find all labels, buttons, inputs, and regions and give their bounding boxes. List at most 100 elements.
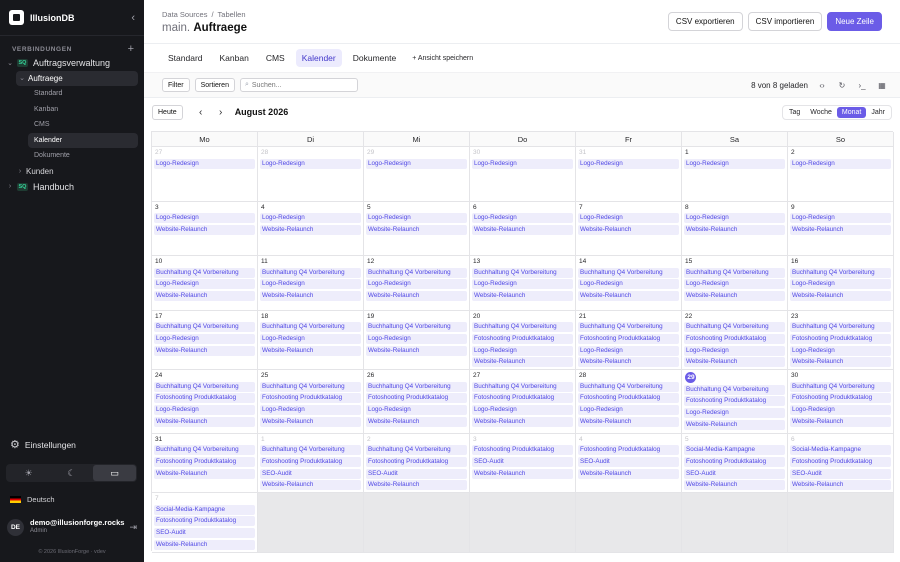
day-cell[interactable]: 12 Buchhaltung Q4 Vorbereitung Logo-Redesi… xyxy=(364,256,470,311)
breadcrumb-data-sources[interactable]: Data Sources xyxy=(162,10,207,19)
day-cell[interactable]: 7 Logo-Redesign Website-Relaunch xyxy=(576,201,682,256)
calendar-event[interactable]: Logo-Redesign xyxy=(684,213,785,224)
calendar-event[interactable]: Fotoshooting Produktkatalog xyxy=(578,393,679,404)
calendar-event[interactable]: Buchhaltung Q4 Vorbereitung xyxy=(154,322,255,333)
calendar-event[interactable]: Fotoshooting Produktkatalog xyxy=(154,393,255,404)
calendar-event[interactable]: Website-Relaunch xyxy=(684,291,785,302)
day-cell[interactable]: 1 Logo-Redesign xyxy=(682,147,788,202)
calendar-event[interactable]: Social-Media-Kampagne xyxy=(790,445,891,456)
calendar-event[interactable]: Buchhaltung Q4 Vorbereitung xyxy=(260,381,361,392)
calendar-event[interactable]: Buchhaltung Q4 Vorbereitung xyxy=(790,322,891,333)
next-month-icon[interactable]: › xyxy=(211,107,231,118)
tab-dokumente[interactable]: Dokumente xyxy=(347,49,402,67)
day-cell[interactable]: 23 Buchhaltung Q4 Vorbereitung Fotoshootin… xyxy=(788,310,894,370)
terminal-icon[interactable]: ›_ xyxy=(852,81,872,90)
day-cell[interactable]: 27 Logo-Redesign xyxy=(152,147,258,202)
day-cell[interactable]: 27 Buchhaltung Q4 Vorbereitung Fotoshootin… xyxy=(470,370,576,434)
day-cell[interactable]: 13 Buchhaltung Q4 Vorbereitung Logo-Redesi… xyxy=(470,256,576,311)
calendar-event[interactable]: Buchhaltung Q4 Vorbereitung xyxy=(472,322,573,333)
calendar-event[interactable]: Website-Relaunch xyxy=(684,357,785,368)
calendar-event[interactable]: Website-Relaunch xyxy=(366,291,467,302)
day-cell[interactable]: 4 Fotoshooting Produktkatalog SEO-Audit Web… xyxy=(576,433,682,493)
day-cell[interactable]: 19 Buchhaltung Q4 Vorbereitung Logo-Redesi… xyxy=(364,310,470,370)
day-cell[interactable]: 3 Fotoshooting Produktkatalog SEO-Audit Web… xyxy=(470,433,576,493)
calendar-event[interactable]: Logo-Redesign xyxy=(472,158,573,169)
day-cell[interactable]: 15 Buchhaltung Q4 Vorbereitung Logo-Redesi… xyxy=(682,256,788,311)
day-cell[interactable]: 30 Buchhaltung Q4 Vorbereitung Fotoshootin… xyxy=(788,370,894,434)
prev-month-icon[interactable]: ‹ xyxy=(191,107,211,118)
calendar-event[interactable]: Website-Relaunch xyxy=(684,480,785,491)
calendar-event[interactable]: Website-Relaunch xyxy=(578,291,679,302)
calendar-event[interactable]: Fotoshooting Produktkatalog xyxy=(790,393,891,404)
new-row-button[interactable]: Neue Zeile xyxy=(827,12,882,31)
calendar-event[interactable]: Fotoshooting Produktkatalog xyxy=(472,393,573,404)
calendar-event[interactable]: Buchhaltung Q4 Vorbereitung xyxy=(684,267,785,278)
calendar-event[interactable]: Buchhaltung Q4 Vorbereitung xyxy=(366,322,467,333)
day-cell[interactable]: 8 Logo-Redesign Website-Relaunch xyxy=(682,201,788,256)
calendar-event[interactable]: Fotoshooting Produktkatalog xyxy=(684,396,785,407)
day-cell[interactable]: 9 Logo-Redesign Website-Relaunch xyxy=(788,201,894,256)
refresh-icon[interactable]: ↻ xyxy=(832,81,852,90)
calendar-event[interactable]: Logo-Redesign xyxy=(578,405,679,416)
calendar-event[interactable]: Logo-Redesign xyxy=(578,279,679,290)
day-cell[interactable]: 2 Buchhaltung Q4 Vorbereitung Fotoshooting… xyxy=(364,433,470,493)
calendar-event[interactable]: Logo-Redesign xyxy=(472,405,573,416)
calendar-event[interactable]: SEO-Audit xyxy=(472,456,573,467)
calendar-event[interactable]: Social-Media-Kampagne xyxy=(154,504,255,515)
code-icon[interactable]: ‹› xyxy=(812,81,832,90)
calendar-event[interactable]: Website-Relaunch xyxy=(366,416,467,427)
moon-icon[interactable]: ☾ xyxy=(50,465,93,481)
sidebar-item-auftraege[interactable]: ⌄ Auftraege xyxy=(16,70,138,86)
sun-icon[interactable]: ☀ xyxy=(7,465,50,481)
calendar-event[interactable]: Logo-Redesign xyxy=(366,158,467,169)
calendar-event[interactable]: Website-Relaunch xyxy=(366,480,467,491)
calendar-event[interactable]: Logo-Redesign xyxy=(260,333,361,344)
search-input[interactable] xyxy=(251,81,353,89)
calendar-event[interactable]: Website-Relaunch xyxy=(472,291,573,302)
calendar-event[interactable]: Website-Relaunch xyxy=(154,416,255,427)
calendar-event[interactable]: Buchhaltung Q4 Vorbereitung xyxy=(154,445,255,456)
calendar-event[interactable]: Fotoshooting Produktkatalog xyxy=(472,445,573,456)
calendar-event[interactable]: Buchhaltung Q4 Vorbereitung xyxy=(684,384,785,395)
sidebar-view-kalender[interactable]: Kalender xyxy=(28,132,138,148)
calendar-event[interactable]: Logo-Redesign xyxy=(472,213,573,224)
calendar-event[interactable]: Website-Relaunch xyxy=(260,416,361,427)
calendar-event[interactable]: Logo-Redesign xyxy=(260,279,361,290)
day-cell[interactable]: 3 Logo-Redesign Website-Relaunch xyxy=(152,201,258,256)
settings-link[interactable]: ⚙ Einstellungen xyxy=(10,438,76,451)
calendar-event[interactable]: Website-Relaunch xyxy=(154,224,255,235)
chevron-left-icon[interactable]: ‹ xyxy=(131,12,135,24)
calendar-event[interactable]: Website-Relaunch xyxy=(154,539,255,550)
calendar-event[interactable]: Buchhaltung Q4 Vorbereitung xyxy=(684,322,785,333)
breadcrumb-tabellen[interactable]: Tabellen xyxy=(218,10,246,19)
sidebar-item-handbuch[interactable]: › SQ Handbuch xyxy=(6,179,138,195)
calendar-event[interactable]: Logo-Redesign xyxy=(472,279,573,290)
calendar-event[interactable]: Website-Relaunch xyxy=(790,416,891,427)
day-cell[interactable]: 10 Buchhaltung Q4 Vorbereitung Logo-Redesi… xyxy=(152,256,258,311)
mode-week[interactable]: Woche xyxy=(805,107,837,118)
day-cell[interactable]: 1 Buchhaltung Q4 Vorbereitung Fotoshooting… xyxy=(258,433,364,493)
calendar-event[interactable]: Buchhaltung Q4 Vorbereitung xyxy=(154,381,255,392)
day-cell[interactable]: 25 Buchhaltung Q4 Vorbereitung Fotoshootin… xyxy=(258,370,364,434)
tab-kanban[interactable]: Kanban xyxy=(214,49,255,67)
sidebar-view-standard[interactable]: Standard xyxy=(6,86,138,102)
calendar-event[interactable]: SEO-Audit xyxy=(684,468,785,479)
calendar-event[interactable]: Website-Relaunch xyxy=(578,416,679,427)
save-view-button[interactable]: + Ansicht speichern xyxy=(412,55,473,62)
sidebar-view-kanban[interactable]: Kanban xyxy=(6,102,138,118)
calendar-event[interactable]: SEO-Audit xyxy=(366,468,467,479)
day-cell[interactable]: 16 Buchhaltung Q4 Vorbereitung Logo-Redesi… xyxy=(788,256,894,311)
calendar-event[interactable]: Buchhaltung Q4 Vorbereitung xyxy=(260,267,361,278)
calendar-event[interactable]: Fotoshooting Produktkatalog xyxy=(260,393,361,404)
calendar-event[interactable]: Website-Relaunch xyxy=(260,480,361,491)
calendar-event[interactable]: Logo-Redesign xyxy=(366,405,467,416)
day-cell[interactable]: 5 Social-Media-Kampagne Fotoshooting Produ… xyxy=(682,433,788,493)
calendar-event[interactable]: Logo-Redesign xyxy=(790,345,891,356)
calendar-event[interactable]: Logo-Redesign xyxy=(260,158,361,169)
day-cell[interactable]: 21 Buchhaltung Q4 Vorbereitung Fotoshootin… xyxy=(576,310,682,370)
csv-export-button[interactable]: CSV exportieren xyxy=(667,12,743,31)
calendar-event[interactable]: Logo-Redesign xyxy=(260,213,361,224)
mode-day[interactable]: Tag xyxy=(784,107,805,118)
calendar-event[interactable]: Fotoshooting Produktkatalog xyxy=(578,333,679,344)
calendar-event[interactable]: Buchhaltung Q4 Vorbereitung xyxy=(366,445,467,456)
